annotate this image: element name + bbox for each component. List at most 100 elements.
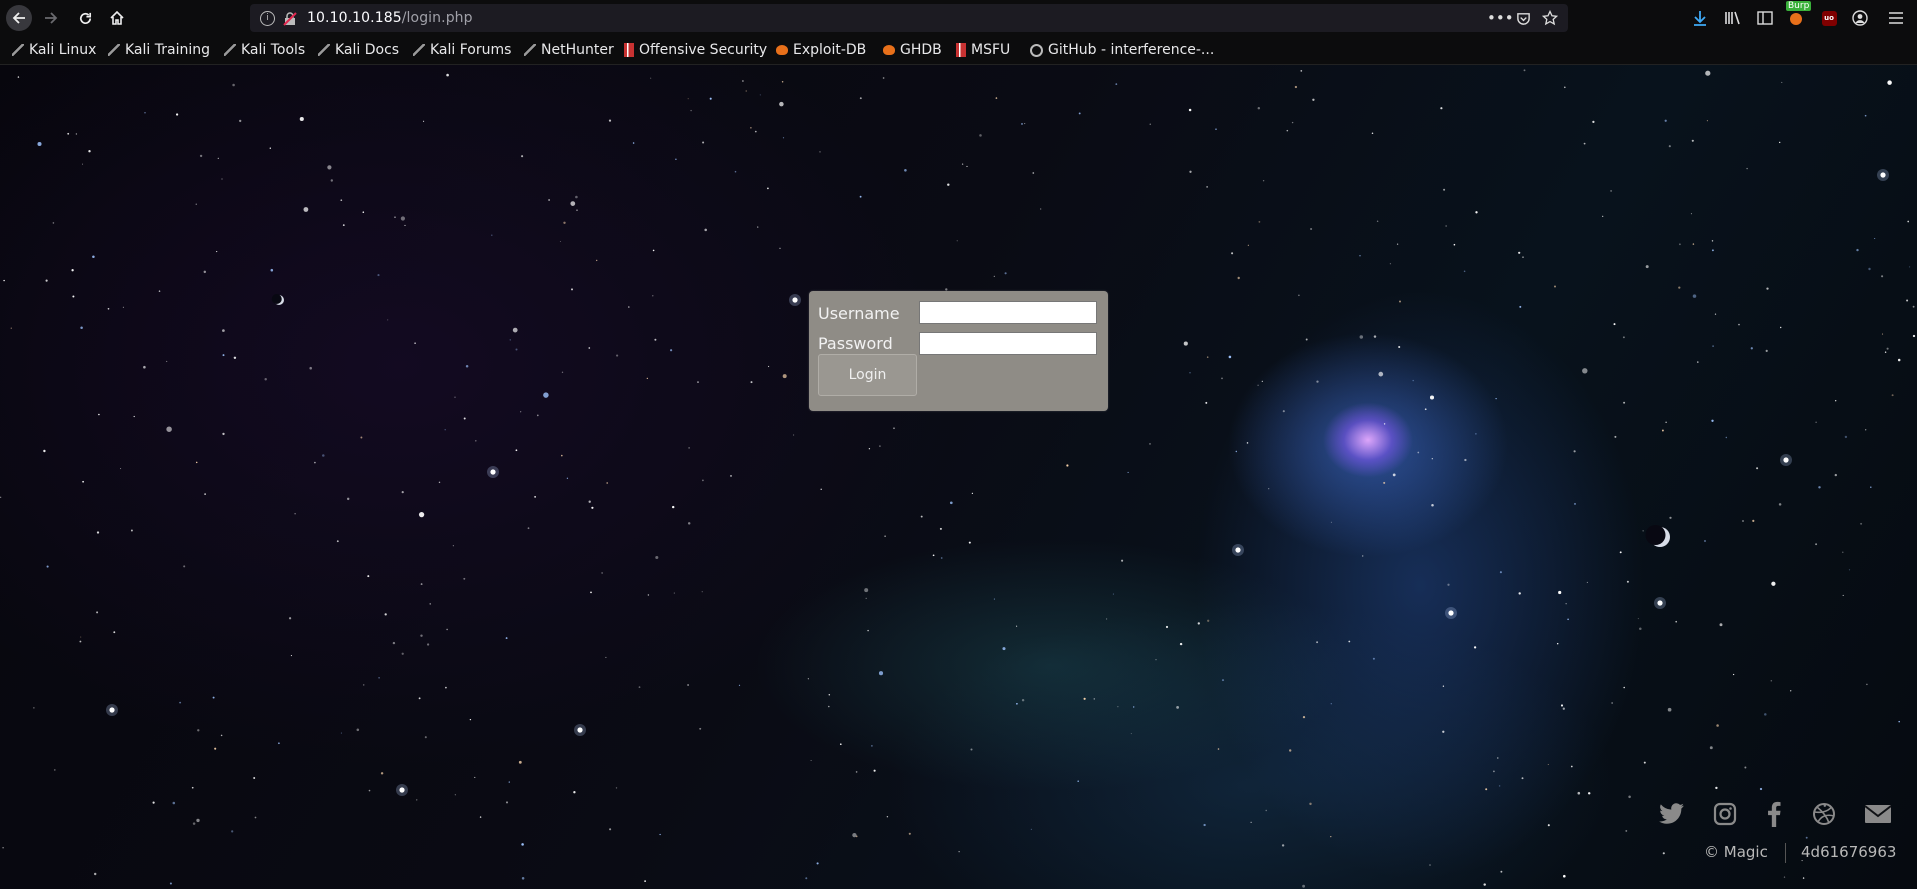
bookmark-github[interactable]: GitHub - interference-... [1030, 36, 1214, 64]
insecure-lock-icon[interactable] [283, 11, 297, 26]
star [107, 307, 110, 310]
star [1215, 128, 1217, 130]
star [1738, 323, 1740, 326]
star [96, 611, 99, 614]
password-input[interactable] [919, 332, 1097, 355]
star [956, 240, 958, 242]
star [195, 203, 197, 205]
star [605, 656, 607, 658]
star [616, 354, 619, 357]
sidebar-icon[interactable] [1755, 8, 1775, 28]
bookmark-kali-docs[interactable]: Kali Docs [318, 36, 399, 64]
star [401, 491, 404, 494]
star [1756, 467, 1759, 470]
star [1842, 594, 1844, 596]
star [1874, 237, 1876, 240]
login-button[interactable]: Login [818, 354, 917, 396]
star [1149, 123, 1151, 125]
star [1155, 659, 1157, 661]
star [446, 73, 449, 77]
star [1881, 333, 1884, 335]
url-text[interactable]: 10.10.10.185/login.php [307, 10, 473, 26]
star [1865, 429, 1867, 431]
bookmark-star-icon[interactable] [1542, 4, 1558, 32]
star [884, 535, 886, 537]
instagram-icon[interactable] [1711, 800, 1739, 828]
star [1221, 377, 1223, 380]
username-input[interactable] [919, 301, 1097, 324]
star [1771, 581, 1776, 586]
star [1592, 120, 1595, 124]
star [588, 347, 591, 349]
exploit-db-icon [776, 45, 788, 55]
star [1429, 395, 1435, 400]
bookmark-kali-linux[interactable]: Kali Linux [12, 36, 96, 64]
star [1464, 458, 1467, 462]
star [1564, 86, 1566, 89]
facebook-icon[interactable] [1760, 800, 1788, 828]
star [655, 555, 659, 560]
star [1115, 83, 1118, 85]
star [53, 769, 56, 771]
downloads-icon[interactable] [1690, 8, 1710, 28]
bookmark-offensive-security[interactable]: Offensive Security [624, 36, 767, 64]
star [93, 872, 97, 876]
star [1372, 657, 1375, 660]
page-actions-icon[interactable]: ••• [1487, 4, 1514, 32]
bookmark-ghdb[interactable]: GHDB [883, 36, 942, 64]
info-icon[interactable]: i [260, 10, 275, 26]
star [1765, 349, 1768, 353]
star [1781, 81, 1783, 83]
star [1842, 551, 1844, 553]
star [130, 529, 133, 532]
bookmark-exploit-db[interactable]: Exploit-DB [776, 36, 866, 64]
star [782, 137, 785, 139]
star [43, 449, 46, 453]
library-icon[interactable] [1723, 8, 1743, 28]
twitter-icon[interactable] [1658, 800, 1686, 828]
star [754, 130, 757, 133]
home-icon [110, 10, 124, 25]
star [463, 577, 466, 580]
star [1024, 123, 1026, 125]
star [1897, 358, 1901, 362]
bookmark-kali-tools[interactable]: Kali Tools [224, 36, 305, 64]
bookmark-kali-forums[interactable]: Kali Forums [413, 36, 511, 64]
pocket-icon[interactable] [1516, 4, 1531, 32]
star [1443, 188, 1446, 191]
star [1378, 371, 1384, 377]
back-button[interactable] [6, 5, 32, 31]
star [1645, 265, 1649, 269]
star [1189, 170, 1192, 173]
burp-extension-icon[interactable]: Burp [1786, 1, 1812, 25]
star [1247, 244, 1249, 246]
star [1678, 286, 1681, 289]
mail-icon[interactable] [1864, 800, 1892, 828]
star [1235, 450, 1238, 453]
home-button[interactable] [104, 5, 130, 31]
forward-button[interactable] [38, 5, 64, 31]
star [893, 427, 895, 430]
star [1912, 334, 1916, 338]
star [1424, 408, 1427, 411]
star [1294, 85, 1298, 89]
star [886, 816, 889, 818]
star [1866, 683, 1868, 686]
account-icon[interactable] [1850, 8, 1870, 28]
star [563, 221, 566, 224]
reload-button[interactable] [72, 5, 98, 31]
bookmark-msfu[interactable]: MSFU [956, 36, 1010, 64]
star [759, 94, 761, 96]
url-bar[interactable]: i 10.10.10.185/login.php ••• [250, 4, 1568, 32]
star [767, 187, 769, 190]
star [609, 828, 612, 831]
menu-icon[interactable] [1886, 8, 1906, 28]
star [509, 339, 511, 341]
star [828, 694, 831, 696]
star [232, 83, 235, 87]
bookmark-nethunter[interactable]: NetHunter [524, 36, 614, 64]
star [819, 151, 821, 153]
ublock-icon[interactable]: uo [1819, 8, 1839, 28]
dribbble-icon[interactable] [1810, 800, 1838, 828]
bookmark-kali-training[interactable]: Kali Training [108, 36, 210, 64]
